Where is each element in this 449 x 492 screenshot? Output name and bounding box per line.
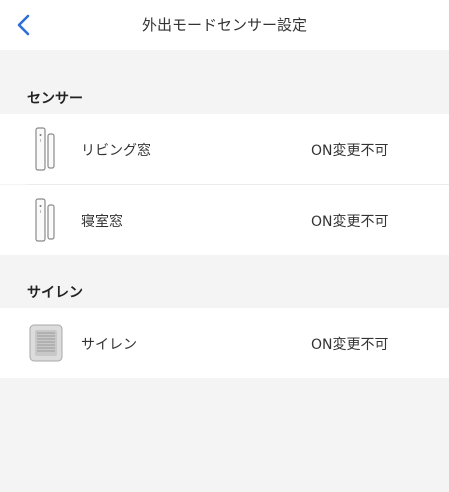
item-status: ON変更不可	[311, 337, 389, 353]
door-window-sensor-icon	[35, 127, 55, 171]
siren-device-icon	[29, 324, 63, 362]
section-header-sensors: センサー	[0, 74, 449, 114]
list-item-siren[interactable]: サイレン ON変更不可	[0, 308, 449, 378]
item-status: ON変更不可	[311, 214, 389, 230]
door-window-sensor-icon	[35, 198, 55, 242]
section-title: センサー	[27, 91, 83, 107]
item-status: ON変更不可	[311, 143, 389, 159]
list-item-bedroom-window[interactable]: 寝室窓 ON変更不可	[0, 185, 449, 255]
item-label: リビング窓	[81, 143, 151, 159]
section-header-siren: サイレン	[0, 268, 449, 308]
item-label: 寝室窓	[81, 214, 123, 230]
section-title: サイレン	[27, 285, 83, 301]
page-title: 外出モードセンサー設定	[141, 16, 307, 34]
item-label: サイレン	[81, 337, 137, 353]
header-bar: 外出モードセンサー設定	[0, 0, 449, 50]
list-item-living-window[interactable]: リビング窓 ON変更不可	[0, 114, 449, 184]
